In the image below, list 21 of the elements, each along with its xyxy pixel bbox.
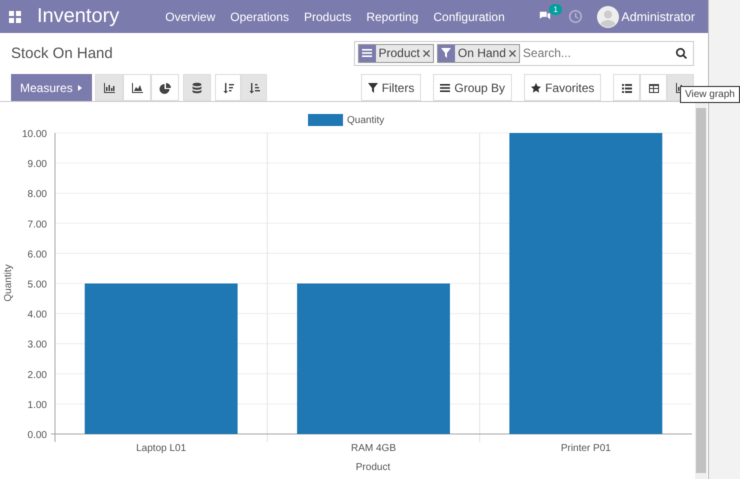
axis-tick-label: 2.00 <box>28 370 47 381</box>
axis-title: Product <box>356 462 390 473</box>
axis-tick-label: 8.00 <box>28 189 47 200</box>
axis-title: Quantity <box>3 264 14 302</box>
axis-tick-label: 1.00 <box>28 400 47 411</box>
axis-tick-label: 10.00 <box>22 129 47 140</box>
page-title: Stock On Hand <box>11 44 114 62</box>
tooltip: View graph <box>680 86 740 103</box>
legend-label: Quantity <box>347 115 384 126</box>
app-title: Inventory <box>37 5 120 28</box>
axis-tick-label: 4.00 <box>28 310 47 321</box>
axis-tick-label: 5.00 <box>28 280 47 290</box>
axis-tick-label: 3.00 <box>28 340 47 351</box>
axis-tick-label: 9.00 <box>28 159 47 170</box>
axis-tick-label: RAM 4GB <box>351 443 396 454</box>
axis-tick-label: 7.00 <box>28 219 47 230</box>
axis-tick-label: 0.00 <box>28 430 47 441</box>
notification-badge: 1 <box>549 4 562 14</box>
axis-tick-label: Printer P01 <box>560 443 611 454</box>
axis-tick-label: Laptop L01 <box>136 443 186 454</box>
axis-tick-label: 6.00 <box>28 249 47 260</box>
